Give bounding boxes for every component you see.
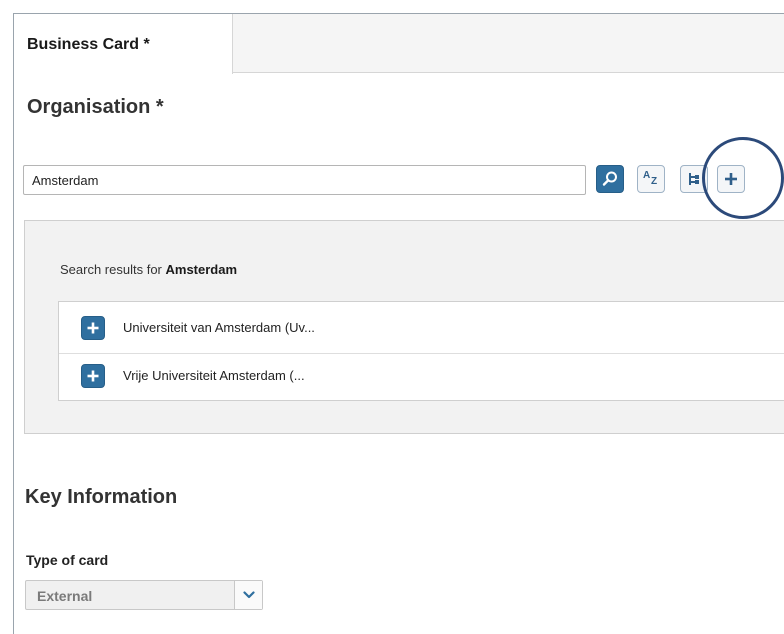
result-label: Universiteit van Amsterdam (Uv... [123,320,315,335]
sort-az-icon: A Z [642,170,660,188]
sort-az-button[interactable]: A Z [637,165,665,193]
search-results-panel: Search results for Amsterdam Universitei… [24,220,784,434]
hierarchy-icon [689,173,699,185]
key-information-title: Key Information [25,486,178,508]
tab-bar: Business Card * [14,14,784,74]
chevron-down-icon [242,591,255,599]
organisation-search-input[interactable] [23,165,586,195]
list-item: Vrije Universiteit Amsterdam (... [59,354,784,402]
add-organisation-button[interactable] [717,165,745,193]
search-results-caption: Search results for Amsterdam [60,262,237,277]
add-result-button[interactable] [81,364,105,388]
add-result-button[interactable] [81,316,105,340]
dropdown-toggle[interactable] [234,581,262,609]
type-of-card-label: Type of card [26,552,109,568]
plus-icon [87,322,99,334]
caption-prefix: Search results for [60,262,166,277]
magnifier-icon [602,171,617,186]
search-results-list: Universiteit van Amsterdam (Uv... Vrije … [58,301,784,401]
tab-label: Business Card * [27,36,150,53]
hierarchy-button[interactable] [680,165,708,193]
caption-term: Amsterdam [165,262,238,277]
organisation-title: Organisation * [27,96,164,118]
business-card-form: Business Card * Organisation * A Z [13,13,784,634]
plus-icon [87,370,99,382]
sort-az-icon-a: A [643,170,651,181]
tab-business-card[interactable]: Business Card * [14,14,233,74]
type-of-card-value: External [37,588,93,604]
sort-az-icon-z: Z [651,176,658,187]
list-item: Universiteit van Amsterdam (Uv... [59,306,784,354]
plus-icon [725,173,737,185]
type-of-card-select[interactable]: External [25,580,263,610]
result-label: Vrije Universiteit Amsterdam (... [123,368,305,383]
search-button[interactable] [596,165,624,193]
